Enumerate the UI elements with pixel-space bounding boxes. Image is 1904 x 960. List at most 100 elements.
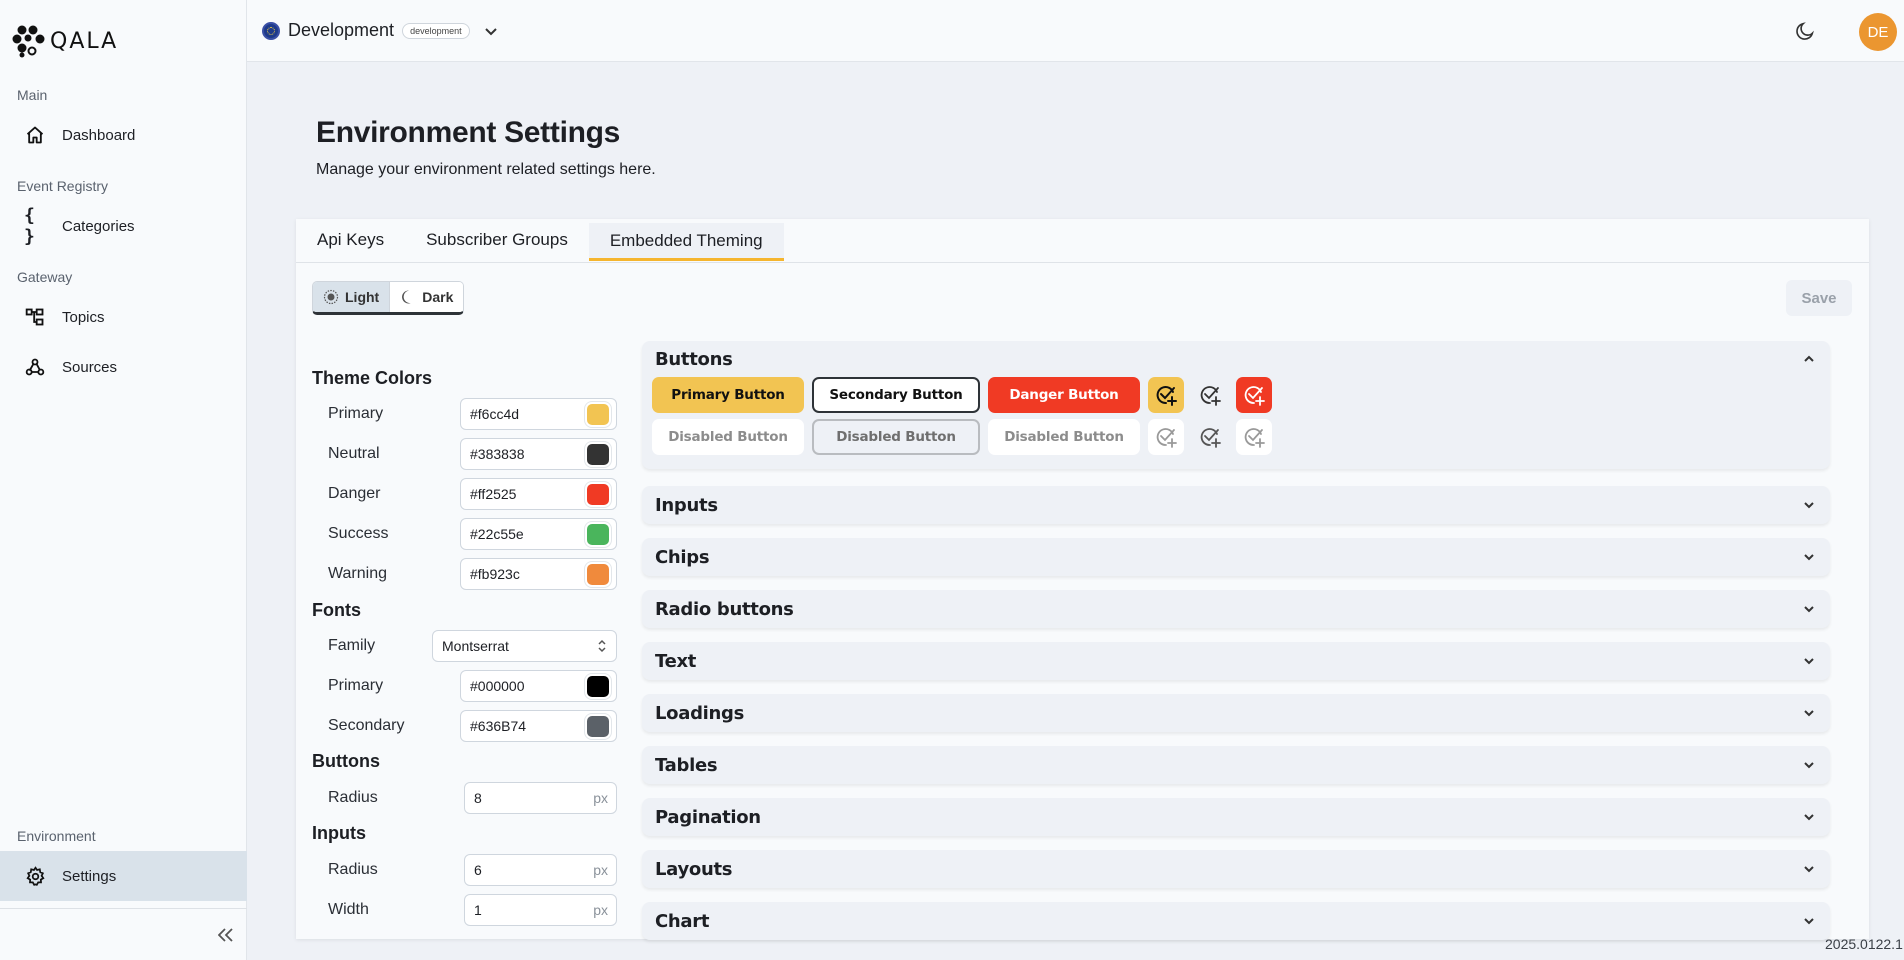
qala-logo[interactable]: QALA bbox=[12, 24, 118, 58]
preview-layouts-title: Layouts bbox=[655, 858, 733, 880]
light-mode-button[interactable]: Light bbox=[313, 282, 391, 312]
sidebar-item-topics[interactable]: Topics bbox=[0, 292, 247, 342]
warning-color-swatch[interactable] bbox=[587, 564, 609, 585]
danger-color-label: Danger bbox=[328, 485, 381, 502]
settings-tabs: Api Keys Subscriber Groups Embedded Them… bbox=[296, 219, 1869, 263]
primary-color-label: Primary bbox=[328, 405, 384, 422]
page-title: Environment Settings bbox=[316, 116, 621, 149]
preview-tables-title: Tables bbox=[655, 754, 718, 776]
preview-inputs-header[interactable]: Inputs bbox=[642, 486, 1830, 524]
enabled-buttons-row: Primary Button Secondary Button Danger B… bbox=[642, 377, 1830, 413]
tab-subscriber-groups[interactable]: Subscriber Groups bbox=[405, 219, 589, 261]
success-color-swatch[interactable] bbox=[587, 524, 609, 545]
preview-chips-section: Chips bbox=[642, 538, 1830, 576]
warning-color-input[interactable]: #fb923c bbox=[460, 558, 617, 590]
primary-color-input[interactable]: #f6cc4d bbox=[460, 398, 617, 430]
environment-name: Development bbox=[288, 20, 395, 40]
nav-section-environment: Environment bbox=[17, 828, 96, 844]
input-width-input[interactable]: 1 px bbox=[464, 894, 617, 926]
secondary-button-preview[interactable]: Secondary Button bbox=[812, 377, 980, 413]
input-radius-input[interactable]: 6 px bbox=[464, 854, 617, 886]
collapse-sidebar-button[interactable] bbox=[217, 926, 234, 947]
chevron-down-icon bbox=[1804, 918, 1814, 925]
chevron-down-icon bbox=[1804, 866, 1814, 873]
eu-flag-icon bbox=[262, 21, 280, 40]
check-circle-plus-icon bbox=[1156, 428, 1177, 448]
settings-panel: Api Keys Subscriber Groups Embedded Them… bbox=[296, 219, 1869, 940]
environment-badge: development bbox=[402, 22, 470, 39]
home-icon bbox=[24, 124, 46, 146]
font-primary-color-input[interactable]: #000000 bbox=[460, 670, 617, 702]
button-radius-input[interactable]: 8 px bbox=[464, 782, 617, 814]
environment-switcher[interactable]: Development development bbox=[262, 20, 498, 41]
success-color-value: #22c55e bbox=[470, 526, 524, 542]
preview-chips-header[interactable]: Chips bbox=[642, 538, 1830, 576]
sidebar-item-label: Categories bbox=[62, 217, 135, 235]
sidebar-item-label: Sources bbox=[62, 358, 118, 376]
danger-color-swatch[interactable] bbox=[587, 484, 609, 505]
topology-icon bbox=[24, 306, 46, 328]
theme-toggle-button[interactable] bbox=[1794, 20, 1816, 47]
light-mode-label: Light bbox=[345, 289, 380, 305]
disabled-neutral-icon-button-preview bbox=[1192, 419, 1228, 455]
preview-inputs-section: Inputs bbox=[642, 486, 1830, 524]
moon-icon bbox=[1796, 22, 1814, 40]
preview-chart-header[interactable]: Chart bbox=[642, 902, 1830, 940]
nav-section-main: Main bbox=[17, 87, 48, 103]
primary-icon-button-preview[interactable] bbox=[1148, 377, 1184, 413]
primary-button-preview[interactable]: Primary Button bbox=[652, 377, 804, 413]
preview-buttons-header[interactable]: Buttons bbox=[642, 341, 1830, 377]
preview-radio-buttons-section: Radio buttons bbox=[642, 590, 1830, 628]
preview-chips-title: Chips bbox=[655, 546, 710, 568]
input-radius-value: 6 bbox=[474, 862, 482, 878]
preview-pagination-header[interactable]: Pagination bbox=[642, 798, 1830, 836]
preview-text-header[interactable]: Text bbox=[642, 642, 1830, 680]
chevron-down-icon bbox=[1804, 710, 1814, 717]
dark-mode-button[interactable]: Dark bbox=[390, 282, 464, 312]
preview-loadings-header[interactable]: Loadings bbox=[642, 694, 1830, 732]
sidebar-item-settings[interactable]: Settings bbox=[0, 851, 247, 901]
neutral-icon-button-preview[interactable] bbox=[1192, 377, 1228, 413]
user-avatar[interactable]: DE bbox=[1859, 13, 1897, 51]
font-family-select[interactable]: Montserrat bbox=[432, 630, 617, 662]
sidebar-item-sources[interactable]: Sources bbox=[0, 342, 247, 392]
chevron-down-icon bbox=[484, 27, 497, 35]
warning-color-value: #fb923c bbox=[470, 566, 520, 582]
success-color-input[interactable]: #22c55e bbox=[460, 518, 617, 550]
neutral-color-input[interactable]: #383838 bbox=[460, 438, 617, 470]
sidebar-item-categories[interactable]: { } Categories bbox=[0, 201, 247, 251]
preview-buttons-section: Buttons Primary Button Secondary Button … bbox=[642, 341, 1830, 469]
danger-button-preview[interactable]: Danger Button bbox=[988, 377, 1140, 413]
neutral-color-label: Neutral bbox=[328, 445, 380, 462]
fonts-heading: Fonts bbox=[312, 600, 361, 620]
tab-embedded-theming[interactable]: Embedded Theming bbox=[588, 223, 784, 261]
font-secondary-color-swatch[interactable] bbox=[587, 716, 609, 737]
light-dark-toggle: Light Dark bbox=[312, 281, 465, 315]
preview-tables-header[interactable]: Tables bbox=[642, 746, 1830, 784]
sidebar: QALA Main Dashboard Event Registry { } C… bbox=[0, 0, 247, 960]
preview-tables-section: Tables bbox=[642, 746, 1830, 784]
preview-layouts-header[interactable]: Layouts bbox=[642, 850, 1830, 888]
font-primary-color-swatch[interactable] bbox=[587, 676, 609, 697]
chevron-up-icon bbox=[1804, 355, 1814, 362]
tab-api-keys[interactable]: Api Keys bbox=[296, 219, 405, 261]
sidebar-item-dashboard[interactable]: Dashboard bbox=[0, 110, 247, 160]
chevron-down-icon bbox=[1804, 814, 1814, 821]
preview-pagination-title: Pagination bbox=[655, 806, 761, 828]
primary-color-swatch[interactable] bbox=[587, 404, 609, 425]
webhook-icon bbox=[24, 356, 46, 378]
preview-pagination-section: Pagination bbox=[642, 798, 1830, 836]
neutral-color-swatch[interactable] bbox=[587, 444, 609, 465]
danger-color-input[interactable]: #ff2525 bbox=[460, 478, 617, 510]
font-secondary-color-input[interactable]: #636B74 bbox=[460, 710, 617, 742]
preview-inputs-title: Inputs bbox=[655, 494, 718, 516]
save-button[interactable]: Save bbox=[1786, 280, 1852, 316]
preview-radio-buttons-header[interactable]: Radio buttons bbox=[642, 590, 1830, 628]
chevron-down-icon bbox=[1804, 658, 1814, 665]
preview-layouts-section: Layouts bbox=[642, 850, 1830, 888]
success-color-label: Success bbox=[328, 525, 389, 542]
check-circle-plus-icon bbox=[1200, 386, 1221, 406]
app-version: 2025.0122.1 bbox=[1825, 936, 1903, 952]
chevron-updown-icon bbox=[598, 639, 606, 653]
danger-icon-button-preview[interactable] bbox=[1236, 377, 1272, 413]
